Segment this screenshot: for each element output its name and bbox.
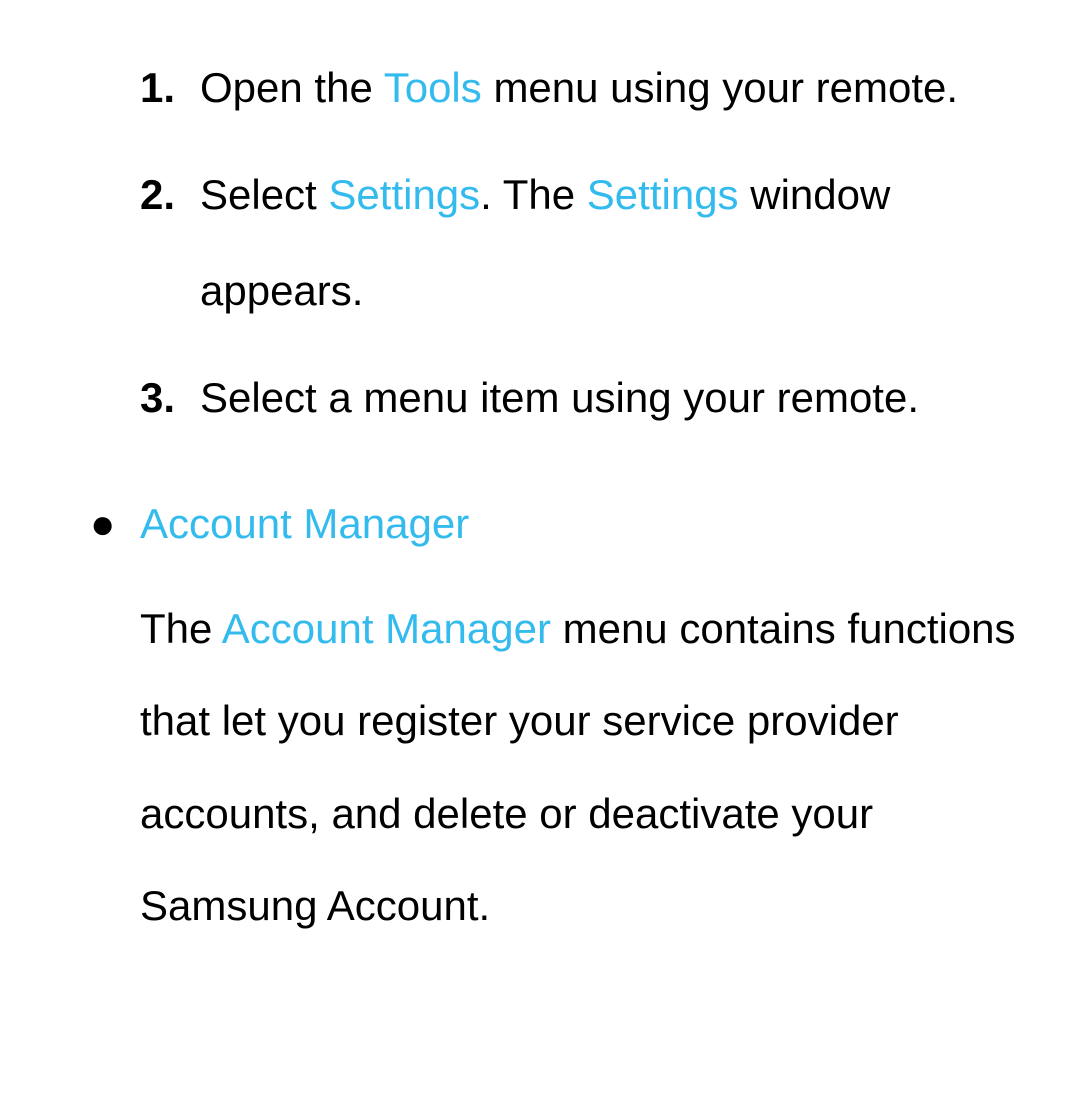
section-list: ● Account Manager The Account Manager me… bbox=[20, 476, 1060, 952]
step-number-3: 3. bbox=[140, 350, 175, 447]
step-1: 1. Open the Tools menu using your remote… bbox=[140, 40, 1060, 137]
section-description: The Account Manager menu contains functi… bbox=[140, 583, 1060, 953]
settings-highlight-1: Settings bbox=[328, 171, 480, 218]
step-2: 2. Select Settings. The Settings window … bbox=[140, 147, 1060, 340]
steps-list: 1. Open the Tools menu using your remote… bbox=[20, 40, 1060, 446]
bullet-icon: ● bbox=[90, 476, 115, 573]
step-3-text: Select a menu item using your remote. bbox=[200, 374, 919, 421]
tools-highlight: Tools bbox=[384, 64, 482, 111]
account-manager-highlight: Account Manager bbox=[222, 605, 551, 652]
settings-highlight-2: Settings bbox=[587, 171, 739, 218]
step-number-2: 2. bbox=[140, 147, 175, 244]
step-3: 3. Select a menu item using your remote. bbox=[140, 350, 1060, 447]
account-manager-section: ● Account Manager The Account Manager me… bbox=[80, 476, 1060, 952]
section-title: Account Manager bbox=[140, 500, 469, 547]
step-2-text: Select Settings. The Settings window app… bbox=[200, 171, 890, 315]
step-1-text: Open the Tools menu using your remote. bbox=[200, 64, 958, 111]
step-number-1: 1. bbox=[140, 40, 175, 137]
